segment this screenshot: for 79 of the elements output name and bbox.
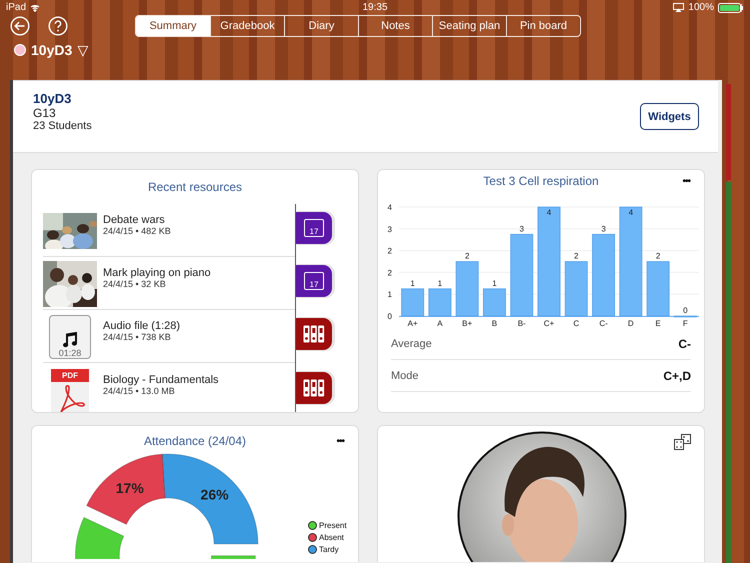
audio-thumbnail[interactable]: 01:28 [49, 314, 91, 358]
value-label: 2 [464, 252, 470, 260]
resource-name[interactable]: Audio file (1:28) [103, 320, 180, 332]
battery-icon [718, 2, 744, 12]
value-label: 1 [492, 278, 497, 288]
value-label: 0 [683, 306, 688, 315]
dice-icon[interactable] [674, 434, 692, 450]
axis-label: C- [599, 319, 608, 328]
stat-label: Average [391, 338, 432, 350]
legend-label: Tardy [319, 545, 339, 554]
axis-label: C [573, 319, 580, 328]
caret-icon[interactable]: ▽ [77, 42, 88, 58]
nav-tab[interactable]: Notes [358, 16, 432, 36]
calendar-tab[interactable]: 17 [296, 212, 332, 244]
axis-label: A+ [408, 319, 418, 328]
resource-details: 24/4/15 • 13.0 MB [103, 386, 176, 396]
binders-icon[interactable] [303, 379, 325, 397]
class-name[interactable]: 10yD3 [31, 42, 72, 58]
nav-tab[interactable]: Pin board [506, 16, 580, 36]
axis-label: D [628, 319, 634, 328]
legend-label: Absent [319, 533, 344, 542]
resource-details: 24/4/15 • 482 KB [103, 226, 171, 236]
pdf-thumbnail[interactable]: PDF [51, 369, 89, 412]
resource-details: 24/4/15 • 738 KB [103, 332, 172, 342]
axis-label: C+ [544, 319, 554, 328]
axis-label: A [437, 319, 443, 328]
axis-label: 2 [388, 246, 392, 256]
card-title: Recent resources [146, 180, 244, 194]
resource-details: 24/4/15 • 32 KB [103, 278, 167, 288]
resource-name[interactable]: Debate wars [103, 214, 171, 226]
calendar-tab[interactable]: 17 [296, 264, 332, 296]
music-note-icon [63, 332, 77, 348]
battery-percentage: 100% [688, 2, 714, 13]
nav-tab[interactable]: Diary [284, 16, 358, 36]
student-count: 23 Students [33, 120, 93, 132]
axis-label: 3 [388, 224, 392, 234]
axis-label: E [655, 319, 661, 328]
more-button[interactable]: ••• [682, 177, 690, 187]
airplay-icon [673, 3, 684, 12]
binders-icon[interactable] [303, 324, 325, 342]
value-label: 17% [116, 480, 144, 496]
value-label: 3 [520, 224, 524, 234]
wifi-icon [30, 4, 40, 12]
value-label: 1 [438, 278, 442, 288]
axis-label: 2 [388, 268, 392, 278]
axis-label: B- [518, 319, 526, 328]
axis-label: B+ [462, 319, 472, 328]
stat-label: Mode [391, 370, 419, 382]
nav-tab[interactable]: Seating plan [432, 16, 506, 36]
resource-name[interactable]: Mark playing on piano [103, 266, 211, 278]
chart-title: Attendance (24/04) [142, 434, 248, 448]
resource-name[interactable]: Biology - Fundamentals [103, 374, 219, 386]
value-label: 3 [601, 224, 606, 234]
back-icon[interactable] [10, 16, 30, 36]
value-label: 26% [200, 486, 229, 502]
value-label: 2 [574, 252, 578, 260]
legend-label: Present [319, 521, 347, 530]
chart-title: Test 3 Cell respiration [482, 174, 600, 188]
axis-label: F [682, 319, 688, 328]
nav-tab[interactable]: Gradebook [210, 16, 284, 36]
device-name: iPad [6, 2, 26, 13]
value-label: 1 [410, 278, 415, 288]
axis-label: 0 [388, 312, 392, 321]
value-label: 2 [656, 252, 660, 260]
axis-label: B [492, 319, 498, 328]
room-label: G13 [33, 106, 57, 120]
value-label: 4 [546, 208, 552, 217]
class-title: 10yD3 [33, 91, 72, 106]
nav-tab[interactable]: Summary [136, 16, 210, 36]
stat-value: C+,D [663, 368, 691, 382]
axis-label: 4 [388, 203, 392, 212]
class-color-dot [14, 44, 26, 56]
more-button[interactable]: ••• [336, 437, 344, 447]
stat-value: C- [678, 336, 691, 350]
clock-time: 19:35 [362, 2, 388, 13]
widgets-button[interactable]: Widgets [640, 103, 699, 130]
value-label: 4 [628, 208, 634, 217]
help-icon[interactable] [48, 16, 68, 36]
axis-label: 1 [388, 290, 392, 300]
